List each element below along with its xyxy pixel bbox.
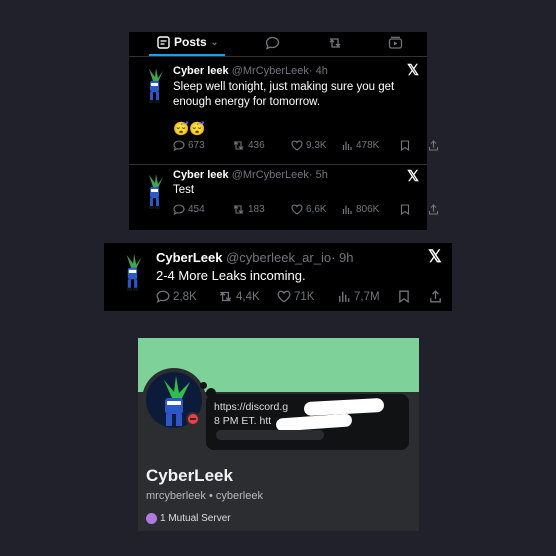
tab-posts[interactable]: Posts ⌄ (157, 35, 218, 49)
repost-count: 4,4K (236, 290, 260, 303)
bubble-dot (200, 382, 207, 389)
repost-button[interactable]: 183 (232, 204, 291, 215)
reply-button[interactable]: 2,8K (156, 290, 218, 303)
repost-icon (233, 205, 244, 214)
share-icon[interactable] (428, 140, 439, 151)
tweet-card[interactable]: CyberLeek @cyberleek_ar_io· 9h 𝕏 2-4 Mor… (104, 243, 452, 311)
author-name[interactable]: Cyber leek (173, 169, 229, 181)
status-text-line: https://discord.g (214, 401, 289, 413)
avatar[interactable] (143, 173, 165, 211)
avatar[interactable] (143, 67, 165, 105)
reply-count: 2,8K (173, 290, 197, 303)
bookmark-icon[interactable] (398, 290, 429, 303)
reply-count: 673 (188, 140, 205, 151)
views-icon (342, 141, 352, 150)
view-count: 478K (356, 140, 380, 151)
author-name[interactable]: Cyber leek (173, 65, 229, 77)
tweet-text: 2-4 More Leaks incoming. (156, 268, 306, 283)
reply-count: 454 (188, 204, 205, 215)
x-logo-icon: 𝕏 (407, 168, 420, 185)
dnd-status-icon (188, 414, 198, 424)
heart-icon (291, 140, 303, 151)
emoji-sleeping: 😴😴 (173, 121, 206, 136)
tab-bar: Posts ⌄ (129, 32, 427, 56)
x-logo-icon: 𝕏 (428, 247, 442, 266)
repost-icon (233, 141, 244, 150)
username-line: mrcyberleek • cyberleek (146, 490, 263, 502)
status-text-line: 8 PM ET. htt (214, 415, 272, 427)
author-handle[interactable]: @cyberleek_ar_io (226, 250, 331, 265)
views-button[interactable]: 806K (342, 204, 400, 215)
timestamp[interactable]: · 4h (309, 65, 328, 77)
reply-icon (156, 290, 170, 303)
repost-icon (219, 291, 232, 302)
tab-posts-label: Posts (174, 35, 207, 49)
video-icon[interactable] (388, 36, 403, 50)
display-name: CyberLeek (146, 466, 233, 485)
reply-button[interactable]: 673 (173, 140, 232, 151)
timestamp[interactable]: · 5h (309, 169, 328, 181)
repost-button[interactable]: 4,4K (218, 290, 277, 303)
views-icon (342, 205, 352, 214)
posts-icon (157, 35, 170, 49)
redaction-scribble (216, 430, 324, 440)
mutual-servers[interactable]: 1 Mutual Server (146, 513, 231, 524)
view-count: 7,7M (354, 290, 380, 303)
view-count: 806K (356, 204, 380, 215)
tweet-text-line: Sleep well tonight, just making sure you… (173, 81, 395, 93)
reply-icon (173, 140, 185, 151)
like-button[interactable]: 71K (277, 290, 338, 303)
author-handle[interactable]: @MrCyberLeek (232, 169, 309, 181)
chat-bubble-icon[interactable] (265, 36, 280, 50)
tweet-card[interactable]: Cyber leek @MrCyberLeek· 4h 𝕏 Sleep well… (129, 57, 439, 164)
tweet-header: CyberLeek @cyberleek_ar_io· 9h (156, 250, 354, 265)
heart-icon (277, 290, 291, 303)
tweet-actions: 454 183 6,6K 806K (173, 204, 439, 215)
reply-button[interactable]: 454 (173, 204, 232, 215)
author-name[interactable]: CyberLeek (156, 250, 222, 265)
status-ring (186, 412, 200, 426)
timestamp[interactable]: · 9h (331, 250, 353, 265)
views-button[interactable]: 478K (342, 140, 400, 151)
bookmark-icon[interactable] (400, 204, 428, 215)
like-count: 71K (294, 290, 315, 303)
like-button[interactable]: 6,6K (291, 204, 342, 215)
custom-status-bubble[interactable]: https://discord.g 8 PM ET. htt (206, 394, 409, 450)
tweet-text: Sleep well tonight, just making sure you… (173, 80, 394, 110)
share-icon[interactable] (428, 204, 439, 215)
heart-icon (291, 204, 303, 215)
discord-profile-card: https://discord.g 8 PM ET. htt CyberLeek… (138, 338, 419, 531)
like-button[interactable]: 9,3K (291, 140, 342, 151)
tweet-actions: 673 436 9,3K 478K (173, 140, 439, 151)
chevron-down-icon: ⌄ (210, 36, 219, 47)
timeline-panel: Posts ⌄ Cyber leek @MrCyberLeek· 4h 𝕏 Sl… (129, 32, 439, 230)
like-count: 9,3K (306, 140, 327, 151)
tweet-text: Test (173, 184, 195, 196)
mutual-servers-label: 1 Mutual Server (160, 513, 231, 524)
x-logo-icon: 𝕏 (407, 62, 420, 79)
server-icon (146, 513, 157, 524)
tweet-card[interactable]: Cyber leek @MrCyberLeek· 5h 𝕏 Test 454 1… (129, 165, 439, 230)
repost-tab-icon[interactable] (327, 36, 343, 50)
tweet-header: Cyber leek @MrCyberLeek· 5h (173, 169, 328, 181)
views-button[interactable]: 7,7M (338, 290, 398, 303)
reply-icon (173, 204, 185, 215)
repost-button[interactable]: 436 (232, 140, 291, 151)
views-icon (339, 291, 350, 302)
author-handle[interactable]: @MrCyberLeek (232, 65, 309, 77)
bookmark-icon[interactable] (400, 140, 428, 151)
redaction-scribble (275, 413, 353, 432)
repost-count: 183 (248, 204, 265, 215)
like-count: 6,6K (306, 204, 327, 215)
repost-count: 436 (248, 140, 265, 151)
avatar-ring (142, 368, 206, 432)
share-icon[interactable] (429, 290, 442, 303)
tweet-text-line: enough energy for tomorrow. (173, 96, 321, 108)
tweet-header: Cyber leek @MrCyberLeek· 4h (173, 65, 328, 77)
tweet-actions: 2,8K 4,4K 71K 7,7M (156, 290, 442, 303)
avatar[interactable] (120, 253, 144, 293)
